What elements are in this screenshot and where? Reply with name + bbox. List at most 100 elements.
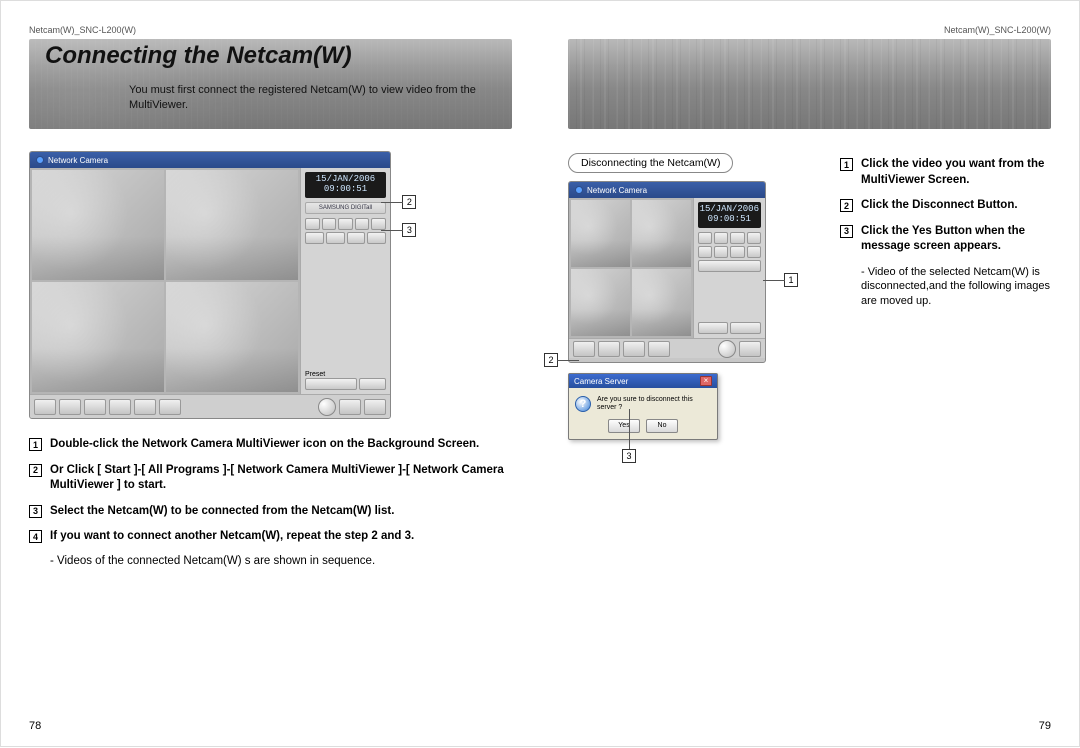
preset-label: Preset — [305, 371, 386, 378]
step-number: 3 — [29, 505, 42, 518]
step-row: 1 Click the video you want from the Mult… — [840, 157, 1051, 188]
window-titlebar: Network Camera — [30, 152, 390, 168]
side-panel: 15/JAN/2006 09:00:51 SAMSUNG DIGITall Pr… — [300, 168, 390, 394]
steps-connecting: 1 Double-click the Network Camera MultiV… — [29, 437, 512, 567]
step-text: Click the video you want from the MultiV… — [861, 157, 1051, 188]
ptz-button[interactable] — [698, 232, 712, 244]
step-text: Click the Yes Button when the message sc… — [861, 224, 1051, 255]
callout-3: 3 — [622, 449, 636, 463]
video-cell[interactable] — [571, 200, 630, 267]
brand-badge: SAMSUNG DIGITall — [305, 202, 386, 214]
page-subtitle: You must first connect the registered Ne… — [129, 83, 512, 113]
dialog-body: ? Are you sure to disconnect this server… — [569, 388, 717, 417]
toolbar-button[interactable] — [159, 399, 181, 415]
callout-2: 2 — [402, 195, 416, 209]
ptz-button[interactable] — [367, 232, 386, 244]
leader-line — [629, 409, 630, 449]
side-panel: 15/JAN/2006 09:00:51 — [693, 198, 765, 338]
yes-button[interactable]: Yes — [608, 419, 640, 433]
header-left: Netcam(W)_SNC-L200(W) — [29, 25, 512, 35]
disconnecting-label: Disconnecting the Netcam(W) — [568, 153, 733, 173]
toolbar-button[interactable] — [573, 341, 595, 357]
page-title: Connecting the Netcam(W) — [45, 42, 352, 70]
ptz-button[interactable] — [371, 218, 386, 230]
video-cell[interactable] — [166, 170, 298, 280]
ptz-controls — [698, 232, 761, 272]
ptz-button[interactable] — [326, 232, 345, 244]
question-icon: ? — [575, 396, 591, 412]
app-icon — [575, 186, 583, 194]
multiviewer-work-area: 15/JAN/2006 09:00:51 SAMSUNG DIGITall Pr… — [30, 168, 390, 394]
step-row: 1 Double-click the Network Camera MultiV… — [29, 437, 512, 453]
step-row: 3 Click the Yes Button when the message … — [840, 224, 1051, 255]
step-number: 1 — [29, 438, 42, 451]
toolbar-button[interactable] — [134, 399, 156, 415]
video-cell[interactable] — [632, 200, 691, 267]
dialog-buttons: Yes No — [569, 417, 717, 439]
ptz-button[interactable] — [305, 218, 320, 230]
step-number: 2 — [840, 199, 853, 212]
toolbar-button[interactable] — [59, 399, 81, 415]
video-cell[interactable] — [166, 282, 298, 392]
ptz-button[interactable] — [730, 232, 744, 244]
close-icon[interactable]: × — [700, 376, 712, 386]
toolbar-button[interactable] — [623, 341, 645, 357]
no-button[interactable]: No — [646, 419, 678, 433]
step-text: Select the Netcam(W) to be connected fro… — [50, 504, 394, 520]
lcd-display: 15/JAN/2006 09:00:51 — [305, 172, 386, 198]
toolbar-button[interactable] — [598, 341, 620, 357]
multiviewer-screenshot-b: Network Camera 15/JAN/2006 09:00 — [568, 181, 766, 363]
toolbar-button[interactable] — [109, 399, 131, 415]
bottom-toolbar — [569, 338, 765, 358]
toolbar-button[interactable] — [739, 341, 761, 357]
preset-go-button[interactable] — [359, 378, 386, 390]
right-body: Disconnecting the Netcam(W) Network Came… — [568, 153, 1051, 440]
bottom-toolbar — [30, 394, 390, 418]
ptz-button[interactable] — [698, 260, 761, 272]
window-title: Network Camera — [587, 186, 647, 195]
toolbar-button[interactable] — [648, 341, 670, 357]
steps-disconnecting: 1 Click the video you want from the Mult… — [840, 153, 1051, 440]
ptz-button[interactable] — [714, 246, 728, 258]
video-cell[interactable] — [571, 269, 630, 336]
page-number-right: 79 — [1039, 720, 1051, 732]
video-cell[interactable] — [32, 170, 164, 280]
dialog-title-text: Camera Server — [574, 377, 628, 386]
toolbar-button[interactable] — [84, 399, 106, 415]
video-cell[interactable] — [32, 282, 164, 392]
record-button[interactable] — [718, 340, 736, 358]
callout-1: 1 — [784, 273, 798, 287]
step-number: 3 — [840, 225, 853, 238]
panel-button[interactable] — [730, 322, 761, 334]
toolbar-button[interactable] — [339, 399, 361, 415]
panel-button[interactable] — [698, 322, 729, 334]
step-row: 3 Select the Netcam(W) to be connected f… — [29, 504, 512, 520]
video-cell[interactable] — [632, 269, 691, 336]
step-number: 1 — [840, 158, 853, 171]
toolbar-button[interactable] — [364, 399, 386, 415]
lcd-display: 15/JAN/2006 09:00:51 — [698, 202, 761, 228]
preset-input[interactable] — [305, 378, 357, 390]
ptz-button[interactable] — [322, 218, 337, 230]
ptz-button[interactable] — [747, 246, 761, 258]
ptz-button[interactable] — [714, 232, 728, 244]
ptz-button[interactable] — [305, 232, 324, 244]
ptz-button[interactable] — [698, 246, 712, 258]
note-disconnecting: - Video of the selected Netcam(W) is dis… — [861, 265, 1051, 310]
ptz-button[interactable] — [730, 246, 744, 258]
step-text: Click the Disconnect Button. — [861, 198, 1018, 214]
window-titlebar: Network Camera — [569, 182, 765, 198]
toolbar-button[interactable] — [34, 399, 56, 415]
title-banner: Connecting the Netcam(W) You must first … — [29, 39, 512, 129]
ptz-button[interactable] — [747, 232, 761, 244]
ptz-button[interactable] — [347, 232, 366, 244]
page-number-left: 78 — [29, 720, 41, 732]
dialog-message: Are you sure to disconnect this server ? — [597, 396, 711, 413]
ptz-button[interactable] — [338, 218, 353, 230]
record-button[interactable] — [318, 398, 336, 416]
ptz-button[interactable] — [355, 218, 370, 230]
figures-column: Disconnecting the Netcam(W) Network Came… — [568, 153, 828, 440]
step-text: Or Click [ Start ]-[ All Programs ]-[ Ne… — [50, 463, 512, 494]
callout-3: 3 — [402, 223, 416, 237]
step-number: 2 — [29, 464, 42, 477]
